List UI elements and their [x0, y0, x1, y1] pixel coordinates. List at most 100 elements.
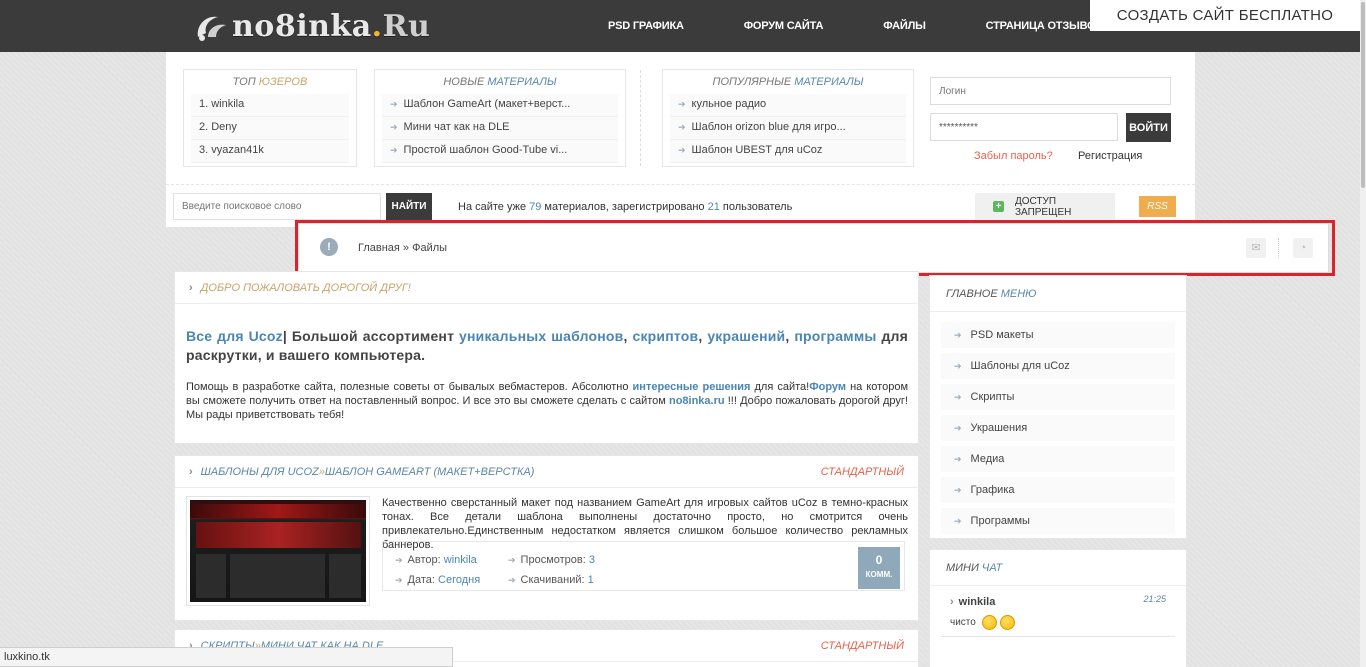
access-status: + ДОСТУП ЗАПРЕЩЕН [975, 193, 1115, 220]
list-item[interactable]: ➔ Шаблон GameArt (макет+верст... [382, 94, 618, 117]
chat-time: 21:25 [1143, 594, 1166, 604]
chevron-right-icon: › [189, 465, 193, 478]
login-field[interactable] [930, 77, 1171, 105]
create-site-button[interactable]: СОЗДАТЬ САЙТ БЕСПЛАТНО [1090, 0, 1360, 31]
top-bar: no8inka.Ru PSD ГРАФИКА ФОРУМ САЙТА ФАЙЛЫ… [0, 0, 1366, 52]
arrow-bullet-icon: ➔ [390, 99, 398, 109]
arrow-bullet-icon: ➔ [954, 330, 962, 340]
list-item[interactable]: 1. winkila [191, 94, 349, 117]
arrow-bullet-icon: ➔ [954, 516, 962, 526]
chat-message: чисто [950, 615, 1015, 630]
highlight-box [295, 220, 1335, 276]
top-navigation: PSD ГРАФИКА ФОРУМ САЙТА ФАЙЛЫ СТРАНИЦА О… [578, 0, 1133, 52]
menu-item-ucoz-templates[interactable]: ➔ Шаблоны для uCoz [941, 353, 1175, 379]
post-header: › ШАБЛОНЫ ДЛЯ UCOZ » ШАБЛОН GAMEART (МАКЕ… [175, 456, 918, 488]
arrow-bullet-icon: ➔ [395, 555, 403, 565]
post-tag: СТАНДАРТНЫЙ [820, 639, 904, 652]
link-site[interactable]: no8inka.ru [669, 395, 725, 407]
welcome-post: › ДОБРО ПОЖАЛОВАТЬ ДОРОГОЙ ДРУГ! Все для … [174, 271, 919, 444]
list-item[interactable]: ➔ Простой шаблон Good-Tube vi... [382, 140, 618, 163]
arrow-bullet-icon: ➔ [678, 122, 686, 132]
nav-psd-graphics[interactable]: PSD ГРАФИКА [608, 20, 684, 32]
chevron-right-icon: › [189, 281, 193, 294]
list-item[interactable]: ➔ Мини чат как на DLE [382, 117, 618, 140]
register-link[interactable]: Регистрация [1078, 150, 1142, 162]
chevron-right-icon: › [950, 596, 954, 608]
list-item[interactable]: ➔ Шаблон UBEST для uCoz [670, 140, 906, 163]
post-meta: ➔ Автор: winkila ➔ Просмотров: 3 ➔ Дата: Се… [382, 541, 905, 591]
menu-item-media[interactable]: ➔ Медиа [941, 446, 1175, 472]
list-item[interactable]: ➔ кульное радио [670, 94, 906, 117]
password-field[interactable] [930, 113, 1118, 141]
menu-item-scripts[interactable]: ➔ Скрипты [941, 384, 1175, 410]
arrow-bullet-icon: ➔ [954, 392, 962, 402]
divider [640, 70, 641, 166]
site-logo[interactable]: no8inka.Ru [192, 6, 430, 46]
arrow-bullet-icon: ➔ [954, 423, 962, 433]
meta-downloads: ➔ Скачиваний: 1 [508, 574, 594, 586]
arrow-bullet-icon: ➔ [954, 485, 962, 495]
link-solutions[interactable]: интересные решения [633, 381, 751, 393]
arrow-bullet-icon: ➔ [678, 99, 686, 109]
new-materials-block: НОВЫЕ МАТЕРИАЛЫ ➔ Шаблон GameArt (макет+в… [374, 69, 626, 167]
logo-text: no8inka.Ru [232, 8, 431, 44]
divider [941, 636, 1175, 637]
post-category-link[interactable]: ШАБЛОНЫ ДЛЯ UCOZ [201, 466, 319, 478]
chat-username[interactable]: › winkila [950, 596, 995, 608]
wink-smiley-icon [999, 615, 1015, 630]
main-menu-title: ГЛАВНОЕ МЕНЮ [930, 276, 1186, 312]
block-title: ПОПУЛЯРНЫЕ МАТЕРИАЛЫ [712, 76, 864, 88]
wink-smiley-icon [981, 615, 997, 630]
block-title: НОВЫЕ МАТЕРИАЛЫ [443, 76, 557, 88]
post-title-link[interactable]: ШАБЛОН GAMEART (МАКЕТ+ВЕРСТКА) [325, 466, 535, 478]
rss-button[interactable]: RSS [1139, 196, 1176, 217]
meta-date: ➔ Дата: Сегодня [395, 574, 481, 586]
main-menu: ГЛАВНОЕ МЕНЮ ➔ PSD макеты ➔ Шаблоны для uC… [929, 275, 1187, 539]
arrow-bullet-icon: ➔ [508, 575, 516, 585]
post-gameart: › ШАБЛОНЫ ДЛЯ UCOZ » ШАБЛОН GAMEART (МАКЕ… [174, 455, 919, 621]
browser-status-bar: luxkino.tk [0, 647, 453, 667]
meta-author: ➔ Автор: winkila [395, 554, 477, 566]
welcome-title: Все для Ucoz| Большой ассортимент уникал… [186, 328, 908, 363]
author-link[interactable]: winkila [444, 554, 477, 566]
logo-swirl-icon [197, 16, 226, 41]
nav-reviews[interactable]: СТРАНИЦА ОТЗЫВОВ [986, 20, 1104, 32]
popular-materials-block: ПОПУЛЯРНЫЕ МАТЕРИАЛЫ ➔ кульное радио ➔ Шаб… [662, 69, 914, 167]
search-input[interactable] [173, 193, 381, 220]
comments-count-button[interactable]: 0 КОММ. [858, 547, 900, 589]
mini-chat-title: МИНИ ЧАТ [930, 550, 1186, 586]
menu-item-graphics[interactable]: ➔ Графика [941, 477, 1175, 503]
list-item[interactable]: 3. vyazan41k [191, 140, 349, 163]
arrow-bullet-icon: ➔ [954, 454, 962, 464]
plus-icon: + [993, 201, 1004, 212]
arrow-bullet-icon: ➔ [395, 575, 403, 585]
block-title: ТОП ЮЗЕРОВ [232, 76, 308, 88]
menu-item-decorations[interactable]: ➔ Украшения [941, 415, 1175, 441]
nav-files[interactable]: ФАЙЛЫ [883, 20, 926, 32]
page-scrollbar[interactable] [1360, 0, 1366, 667]
thumbnail-image [190, 500, 366, 602]
top-users-block: ТОП ЮЗЕРОВ 1. winkila 2. Deny 3. vyazan4… [183, 69, 357, 167]
list-item[interactable]: ➔ Шаблон orizon blue для игро... [670, 117, 906, 140]
mini-chat: МИНИ ЧАТ › winkila 21:25 чисто [929, 549, 1187, 667]
post-tag: СТАНДАРТНЫЙ [820, 465, 904, 478]
divider [166, 184, 1195, 185]
menu-item-programs[interactable]: ➔ Программы [941, 508, 1175, 534]
forgot-password-link[interactable]: Забыл пароль? [974, 150, 1053, 162]
arrow-bullet-icon: ➔ [390, 145, 398, 155]
post-header: › ДОБРО ПОЖАЛОВАТЬ ДОРОГОЙ ДРУГ! [175, 272, 918, 304]
welcome-text: Помощь в разработке сайта, полезные сове… [186, 381, 909, 421]
list-item[interactable]: 2. Deny [191, 117, 349, 140]
link-forum[interactable]: Форум [809, 381, 846, 393]
scrollbar-thumb[interactable] [1361, 2, 1365, 188]
arrow-bullet-icon: ➔ [678, 145, 686, 155]
meta-views: ➔ Просмотров: 3 [508, 554, 595, 566]
search-button[interactable]: НАЙТИ [386, 193, 432, 220]
arrow-bullet-icon: ➔ [954, 361, 962, 371]
post-thumbnail[interactable] [186, 496, 370, 606]
nav-forum[interactable]: ФОРУМ САЙТА [744, 20, 824, 32]
site-stats: На сайте уже 79 материалов, зарегистриро… [458, 201, 793, 213]
menu-item-psd[interactable]: ➔ PSD макеты [941, 322, 1175, 348]
arrow-bullet-icon: ➔ [508, 555, 516, 565]
login-button[interactable]: ВОЙТИ [1126, 113, 1171, 142]
